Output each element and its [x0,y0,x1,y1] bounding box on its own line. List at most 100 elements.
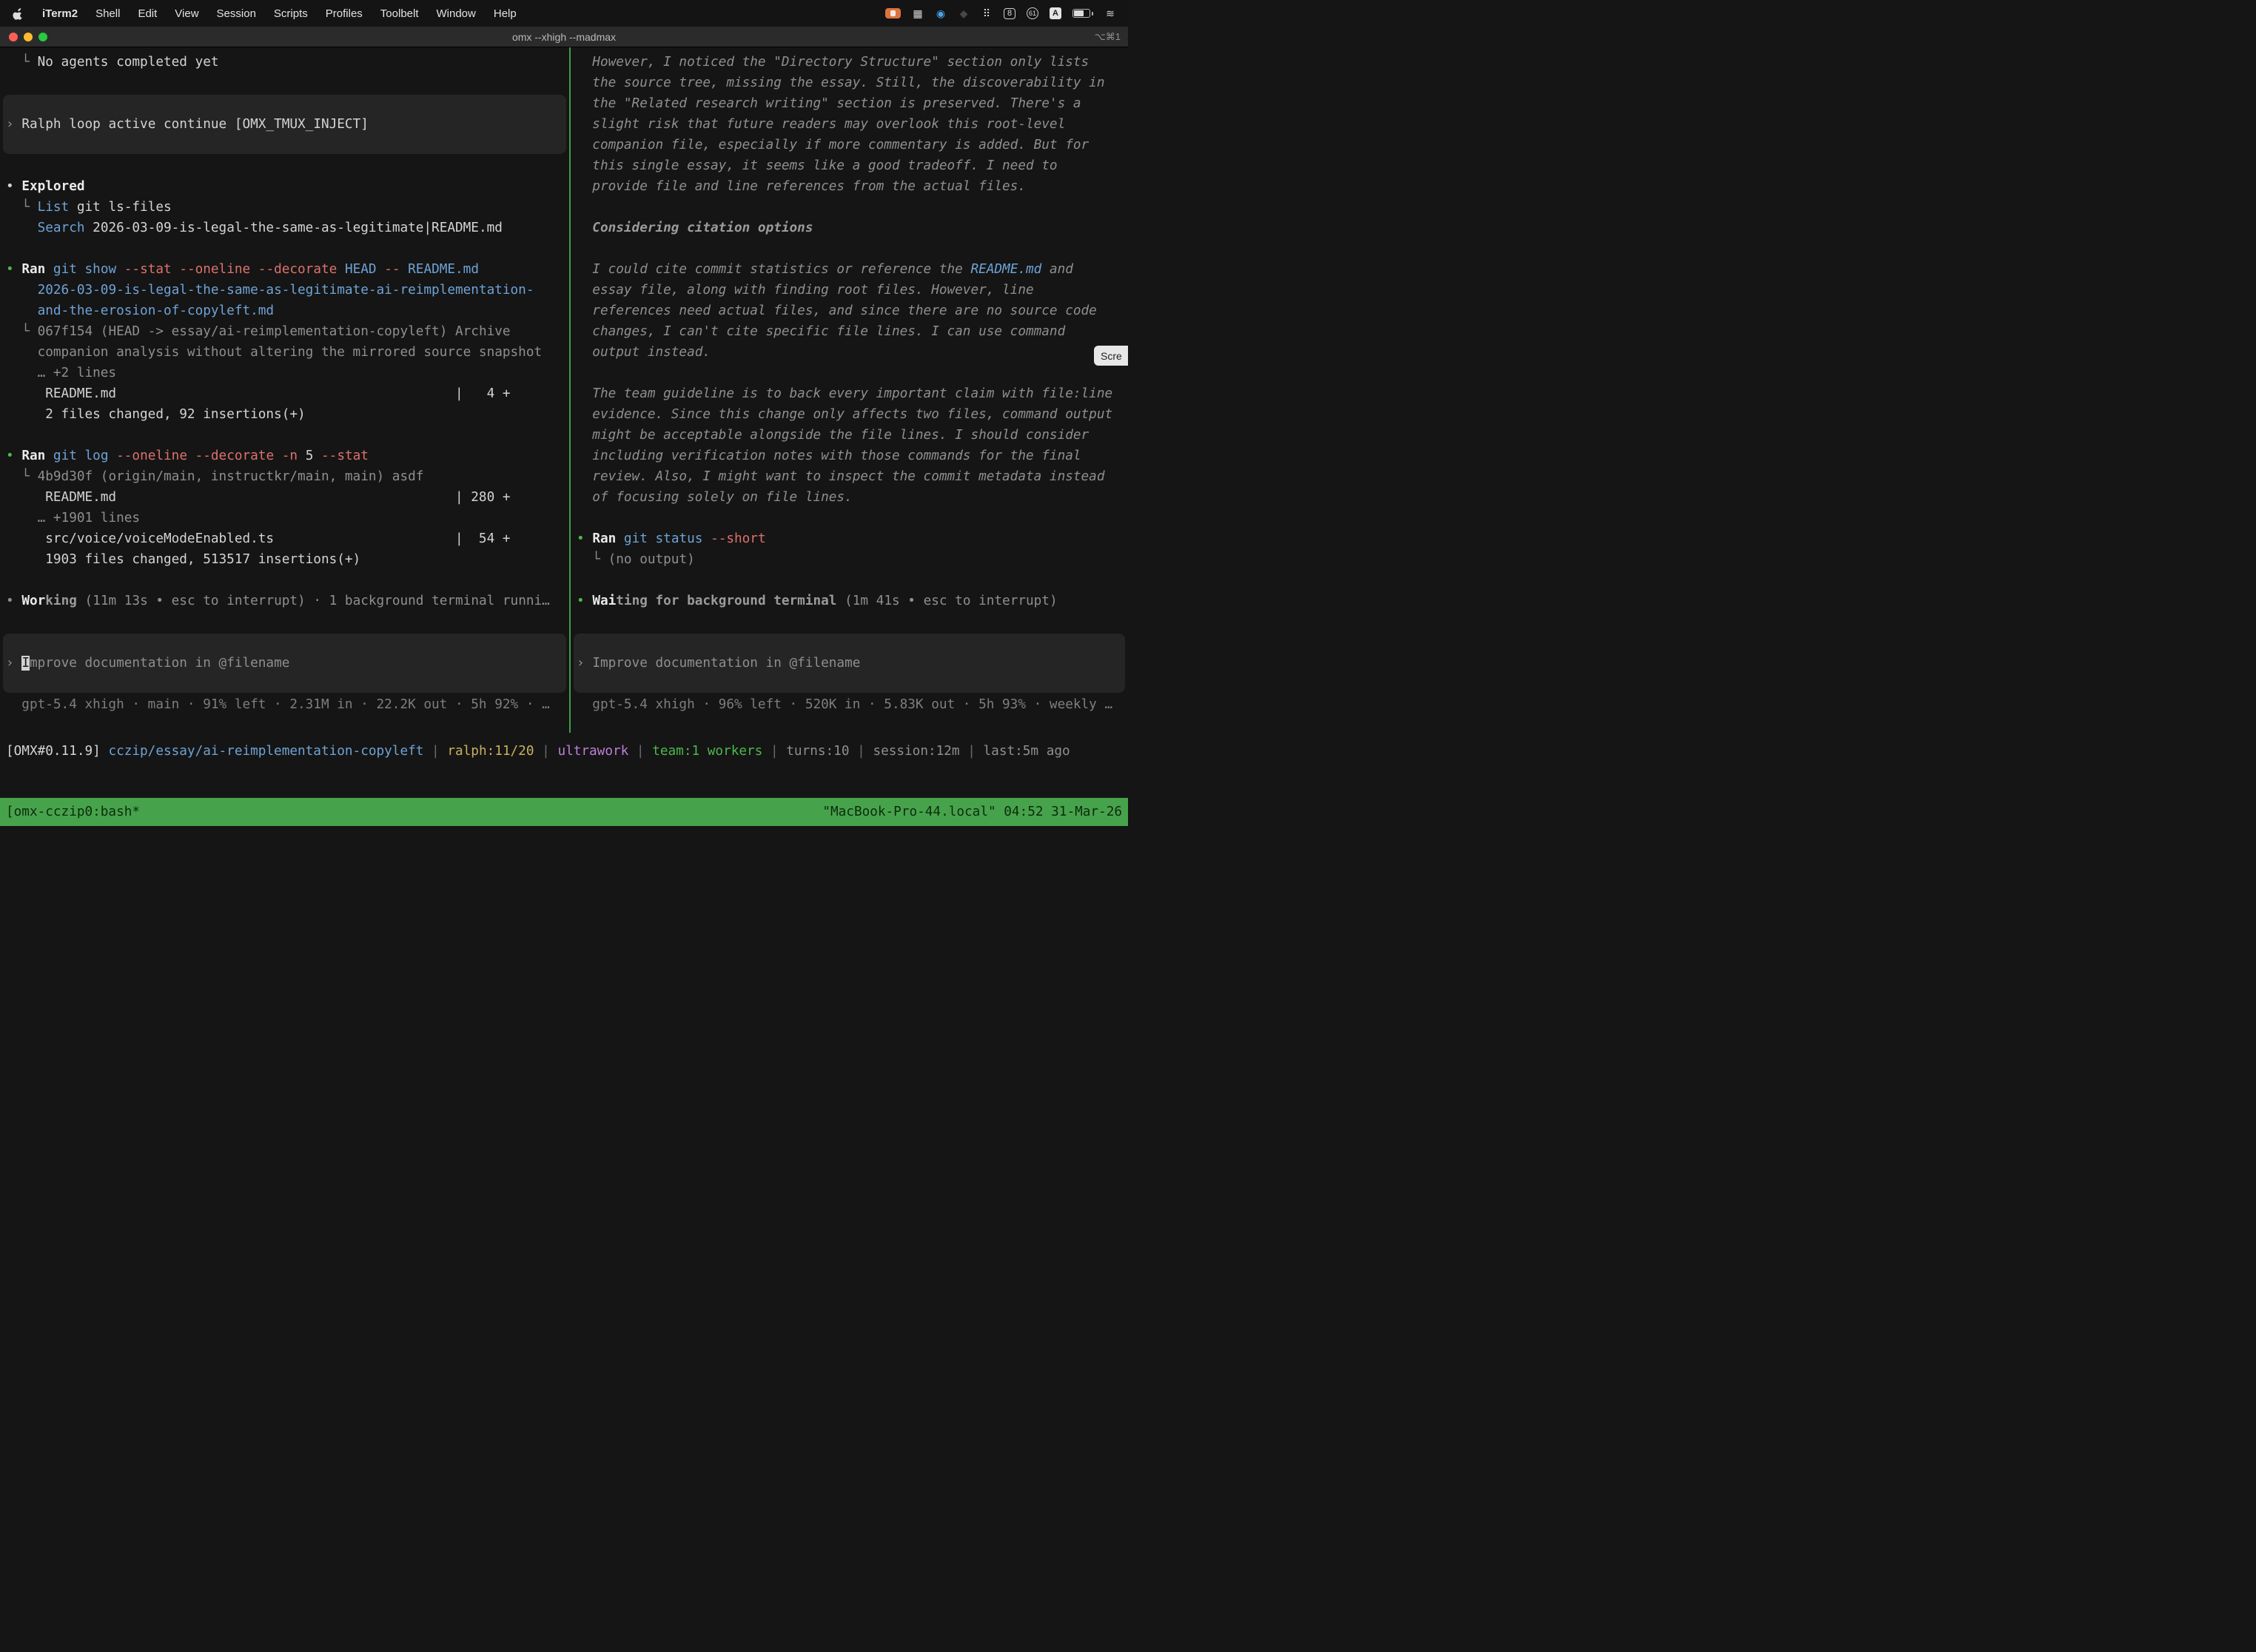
menu-view[interactable]: View [175,7,198,20]
text-segment: └ [577,552,608,567]
blank-line [571,570,1128,591]
menu-toolbelt[interactable]: Toolbelt [380,7,419,20]
window-grid-icon[interactable]: ▦ [912,7,924,19]
terminal-line: └ No agents completed yet [0,52,569,73]
terminal-line: • Ran git show --stat --oneline --decora… [0,259,569,280]
apple-icon[interactable] [12,7,24,20]
terminal-line: provide file and line references from th… [571,176,1128,197]
menu-session[interactable]: Session [217,7,256,20]
wifi-icon[interactable]: ≋ [1104,7,1116,19]
text-segment: Ran [21,449,45,463]
text-segment: changes, I can't cite specific file line… [577,324,1065,339]
terminal-line: … +2 lines [0,363,569,383]
prompt-input-box[interactable]: › Improve documentation in @filename [3,634,566,693]
text-segment: Search [38,221,85,235]
terminal-line: • Ran git status --short [571,528,1128,549]
text-segment: --oneline --decorate [116,449,282,463]
prompt-chevron: › [577,656,592,671]
menu-help[interactable]: Help [494,7,517,20]
menu-shell[interactable]: Shell [95,7,120,20]
text-segment: ting for background terminal [616,594,836,608]
menu-edit[interactable]: Edit [138,7,157,20]
blank-line [0,238,569,259]
terminal-pane-left[interactable]: └ No agents completed yet › Ralph loop ac… [0,47,569,733]
text-segment: Ralph loop active continue [OMX_TMUX_INJ… [21,117,369,132]
screen-recording-indicator[interactable] [885,8,901,19]
text-segment: Wai [592,594,616,608]
text-segment: -- [384,262,408,277]
terminal-line: slight risk that future readers may over… [571,114,1128,135]
text-segment: Wor [21,594,45,608]
text-segment: slight risk that future readers may over… [577,117,1065,132]
window-titlebar[interactable]: omx --xhigh --madmax ⌥⌘1 [0,27,1128,47]
menubar-status-icons: ▦ ◉ ◆ ⠿ 8 61 A ≋ [885,7,1116,19]
terminal-bottom-spacer [0,770,1128,798]
terminal-line: └ 067f154 (HEAD -> essay/ai-reimplementa… [0,321,569,342]
text-segment: | [628,744,652,759]
text-segment: … +1901 lines [6,511,140,526]
battery-icon[interactable] [1072,9,1090,18]
text-segment: companion analysis without altering the … [6,345,542,360]
app-launcher-grid-icon[interactable]: ⠿ [981,7,993,19]
prompt-input-box[interactable]: › Improve documentation in @filename [574,634,1125,693]
text-segment: › [6,117,21,132]
blank-line [0,611,569,632]
menu-profiles[interactable]: Profiles [326,7,363,20]
terminal-line: evidence. Since this change only affects… [571,404,1128,425]
blank-line [571,611,1128,632]
text-segment: essay file, along with finding root file… [577,283,1034,298]
terminal-line: src/voice/voiceModeEnabled.ts | 54 + [0,528,569,549]
menu-window[interactable]: Window [437,7,476,20]
dark-app-icon[interactable]: ◆ [958,7,970,19]
terminal-line: └ 4b9d30f (origin/main, instructkr/main,… [0,466,569,487]
terminal-line: 2026-03-09-is-legal-the-same-as-legitima… [0,280,569,300]
text-segment: 2026-03-09-is-legal-the-same-as-legitima… [38,283,534,298]
terminal-pane-right[interactable]: However, I noticed the "Directory Struct… [571,47,1128,733]
zoom-button[interactable] [38,33,47,41]
battery-percent-icon[interactable]: 61 [1027,7,1038,19]
text-segment: including verification notes with those … [577,449,1081,463]
text-segment: └ [6,469,38,484]
text-segment: └ [6,200,38,215]
text-segment [616,531,624,546]
text-segment: └ [6,55,38,70]
text-segment: git log [53,449,116,463]
text-segment: might be acceptable alongside the file l… [577,428,1089,443]
blank-line [0,73,569,93]
text-segment: ralph:11/20 [447,744,534,759]
terminal-line: might be acceptable alongside the file l… [571,425,1128,446]
terminal-line: the "Related research writing" section i… [571,93,1128,114]
text-segment: --stat [321,449,369,463]
text-segment: HEAD [345,262,384,277]
terminal-line: of focusing solely on file lines. [571,487,1128,508]
input-source-icon[interactable]: A [1050,7,1061,19]
text-segment: (no output) [608,552,695,567]
text-segment: (1m 41s • esc to interrupt) [836,594,1057,608]
text-segment: king [45,594,77,608]
text-segment: 2 files changed, 92 insertions(+) [6,407,306,422]
menu-iterm2[interactable]: iTerm2 [42,7,78,20]
screen-overlay-tab[interactable]: Scre [1094,346,1128,366]
notice-box-text: › Ralph loop active continue [OMX_TMUX_I… [6,114,369,135]
terminal-line: this single essay, it seems like a good … [571,155,1128,176]
close-button[interactable] [9,33,18,41]
tmux-session-label: [omx-cczip0:bash* [6,805,140,819]
text-segment: companion file, especially if more comme… [577,138,1089,152]
text-segment: git show [53,262,124,277]
terminal-line: the source tree, missing the essay. Stil… [571,73,1128,93]
text-segment: this single essay, it seems like a good … [577,158,1058,173]
terminal-line: • Waiting for background terminal (1m 41… [571,591,1128,611]
text-segment: The team guideline is to back every impo… [577,386,1112,401]
terminal-line: The team guideline is to back every impo… [571,383,1128,404]
blank-line [0,570,569,591]
text-segment: | [849,744,873,759]
text-segment: | [534,744,557,759]
tmux-status-bar: [omx-cczip0:bash* "MacBook-Pro-44.local"… [0,798,1128,826]
minimize-button[interactable] [24,33,33,41]
traffic-lights [9,33,47,41]
text-segment: README.md [970,262,1041,277]
menu-scripts[interactable]: Scripts [274,7,308,20]
text-segment: output instead. [577,345,711,360]
password-key-icon[interactable]: 8 [1004,8,1015,19]
blue-app-icon[interactable]: ◉ [935,7,947,19]
